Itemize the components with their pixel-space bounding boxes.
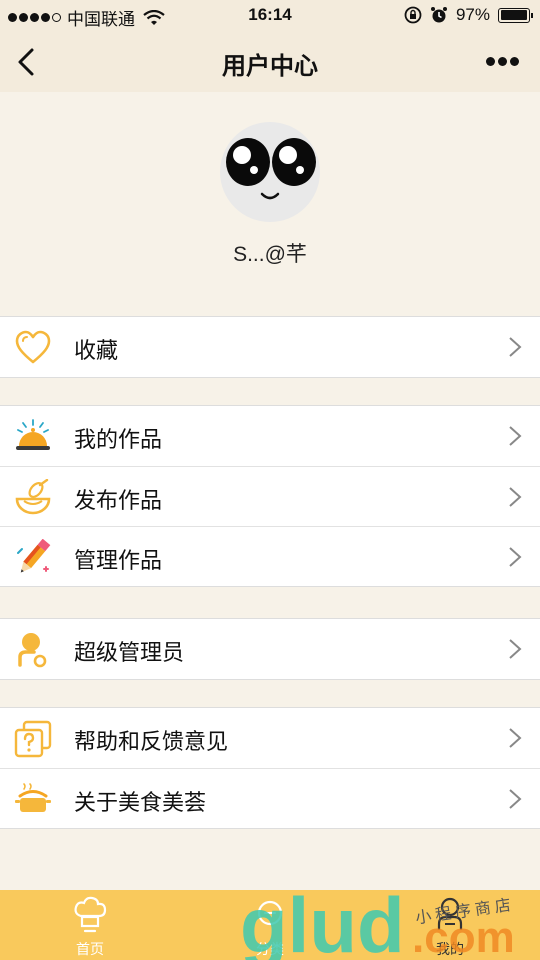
chevron-right-icon bbox=[509, 337, 522, 357]
alarm-icon bbox=[430, 7, 447, 23]
more-dots-icon[interactable] bbox=[486, 50, 522, 72]
tab-label: 我的 bbox=[436, 941, 464, 957]
menu-group-works: 我的作品 发布作品 管理作品 bbox=[0, 405, 540, 587]
profile-header: S...@芊 bbox=[0, 92, 540, 316]
menu-group-favorites: 收藏 bbox=[0, 316, 540, 378]
menu-item-label: 发布作品 bbox=[74, 488, 163, 513]
username: S...@芊 bbox=[233, 243, 307, 266]
whisk-bowl-icon bbox=[15, 479, 51, 515]
menu-item-label: 关于美食美荟 bbox=[74, 790, 207, 815]
avatar[interactable] bbox=[220, 122, 320, 222]
chevron-right-icon bbox=[509, 728, 522, 748]
tab-category[interactable]: 分类 bbox=[180, 890, 360, 960]
menu-item-about-app[interactable]: 关于美食美荟 bbox=[0, 768, 540, 828]
navigation-bar: 用户中心 bbox=[0, 32, 540, 92]
rotation-lock-icon bbox=[404, 6, 422, 24]
page-title: 用户中心 bbox=[222, 53, 318, 80]
help-icon bbox=[14, 720, 52, 758]
menu-item-label: 收藏 bbox=[74, 338, 119, 363]
chevron-right-icon bbox=[509, 789, 522, 809]
menu-item-label: 超级管理员 bbox=[74, 640, 185, 665]
battery-icon bbox=[498, 7, 533, 23]
heart-icon bbox=[15, 330, 51, 364]
menu-group-admin: 超级管理员 bbox=[0, 618, 540, 680]
menu-item-label: 管理作品 bbox=[74, 548, 163, 573]
status-right: 97% bbox=[404, 5, 533, 25]
admin-user-icon bbox=[18, 633, 47, 668]
chevron-right-icon bbox=[509, 487, 522, 507]
tab-mine[interactable]: 我的 bbox=[360, 890, 540, 960]
user-icon bbox=[437, 897, 463, 930]
menu-item-my-works[interactable]: 我的作品 bbox=[0, 406, 540, 466]
status-bar: 中国联通 16:14 97% bbox=[0, 0, 540, 32]
chevron-right-icon bbox=[509, 639, 522, 659]
chevron-right-icon bbox=[509, 547, 522, 567]
tab-bar: 首页 分类 我的 bbox=[0, 890, 540, 960]
menu-item-label: 帮助和反馈意见 bbox=[74, 729, 229, 754]
category-icon bbox=[257, 900, 283, 926]
pencil-icon bbox=[17, 539, 51, 573]
menu-item-help-feedback[interactable]: 帮助和反馈意见 bbox=[0, 708, 540, 768]
menu-item-favorites[interactable]: 收藏 bbox=[0, 317, 540, 377]
menu-item-publish-work[interactable]: 发布作品 bbox=[0, 466, 540, 526]
tab-home[interactable]: 首页 bbox=[0, 890, 180, 960]
chef-hat-icon bbox=[74, 896, 107, 933]
chevron-right-icon bbox=[509, 426, 522, 446]
menu-group-about: 帮助和反馈意见 关于美食美荟 bbox=[0, 707, 540, 829]
menu-item-label: 我的作品 bbox=[74, 427, 163, 452]
battery-percent: 97% bbox=[455, 5, 490, 24]
cooking-pot-icon bbox=[15, 783, 51, 812]
tab-label: 分类 bbox=[256, 941, 284, 957]
tab-label: 首页 bbox=[76, 941, 104, 957]
menu-item-super-admin[interactable]: 超级管理员 bbox=[0, 619, 540, 679]
menu-item-manage-works[interactable]: 管理作品 bbox=[0, 526, 540, 586]
serving-dish-icon bbox=[16, 419, 50, 450]
cute-face-avatar bbox=[226, 138, 316, 200]
